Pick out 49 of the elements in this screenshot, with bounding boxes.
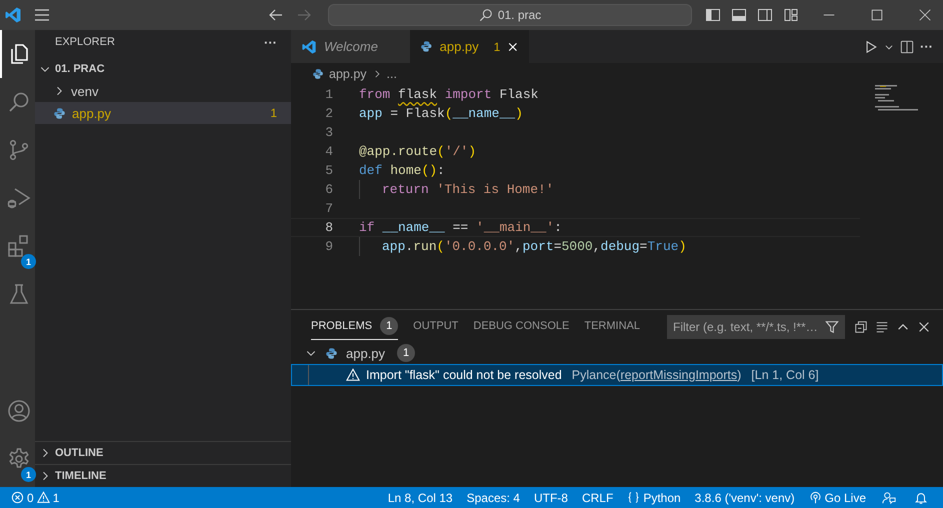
filter-field[interactable]: Filter (e.g. text, **/*.ts, !**… [667,314,845,338]
status-item[interactable]: UTF-8 [526,490,575,504]
problem-item[interactable]: Import "flask" could not be resolved Pylance(reportMissingImports) [Ln 1, Col 6] [291,364,943,386]
folder-header[interactable]: 01. PRAC [35,58,291,80]
line-number: 5 [324,163,333,178]
code-line: from flask import Flask [359,87,538,102]
line-number: 8 [324,220,333,235]
line-number: 9 [324,239,333,254]
sidebar-title: EXPLORER [55,36,115,48]
line-number: 1 [324,87,333,102]
rule-link[interactable]: reportMissingImports [620,368,738,382]
section-header[interactable]: OUTLINE [35,441,291,464]
line-number: 4 [324,144,333,159]
code-line: @app.route('/') [359,144,476,159]
editor-tab[interactable]: Welcome [291,30,410,63]
panel-tab[interactable]: DEBUG CONSOLE [473,314,570,340]
status-item[interactable]: CRLF [574,490,620,504]
problem-count: 1 [270,106,277,120]
editor-tab[interactable]: app.py 1 [410,30,529,63]
go-live-status[interactable]: Go Live [802,490,873,504]
code-line: return 'This is Home!' [382,182,554,197]
file-tree-item[interactable]: venv [35,80,291,102]
problem-count: 1 [494,40,500,54]
code-line: app = Flask(__name__) [359,106,523,121]
panel-tab[interactable]: OUTPUT [413,314,458,340]
command-center[interactable]: 01. prac [328,4,692,26]
line-number: 3 [324,125,333,140]
notification-badge: 1 [21,254,36,269]
problem-file-row[interactable]: app.py 1 [291,342,943,364]
file-tree-item[interactable]: app.py 1 [35,102,291,124]
status-item[interactable]: Ln 8, Col 13 [380,490,460,504]
problem-source: Pylance(reportMissingImports) [572,368,742,382]
breadcrumb-item[interactable]: ... [386,67,397,81]
line-number: 6 [324,182,333,197]
more-actions-button[interactable]: ··· [920,39,933,54]
line-number: 7 [324,201,333,216]
language-status[interactable]: Python [620,490,688,504]
panel-tab[interactable]: PROBLEMS 1 [311,314,398,340]
panel-tab[interactable]: TERMINAL [584,314,640,340]
status-item[interactable]: 3.8.6 ('venv': venv) [688,490,802,504]
problems-status[interactable]: 0 1 [4,490,66,504]
more-actions-button[interactable]: ··· [264,34,277,50]
status-item[interactable]: Spaces: 4 [460,490,527,504]
code-line: if __name__ == '__main__': [359,220,562,235]
breadcrumb-item[interactable]: app.py [329,67,367,81]
notification-badge: 1 [21,467,36,482]
line-number: 2 [324,106,333,121]
code-line: def home(): [359,163,445,178]
code-line: app.run('0.0.0.0',port=5000,debug=True) [382,239,686,254]
